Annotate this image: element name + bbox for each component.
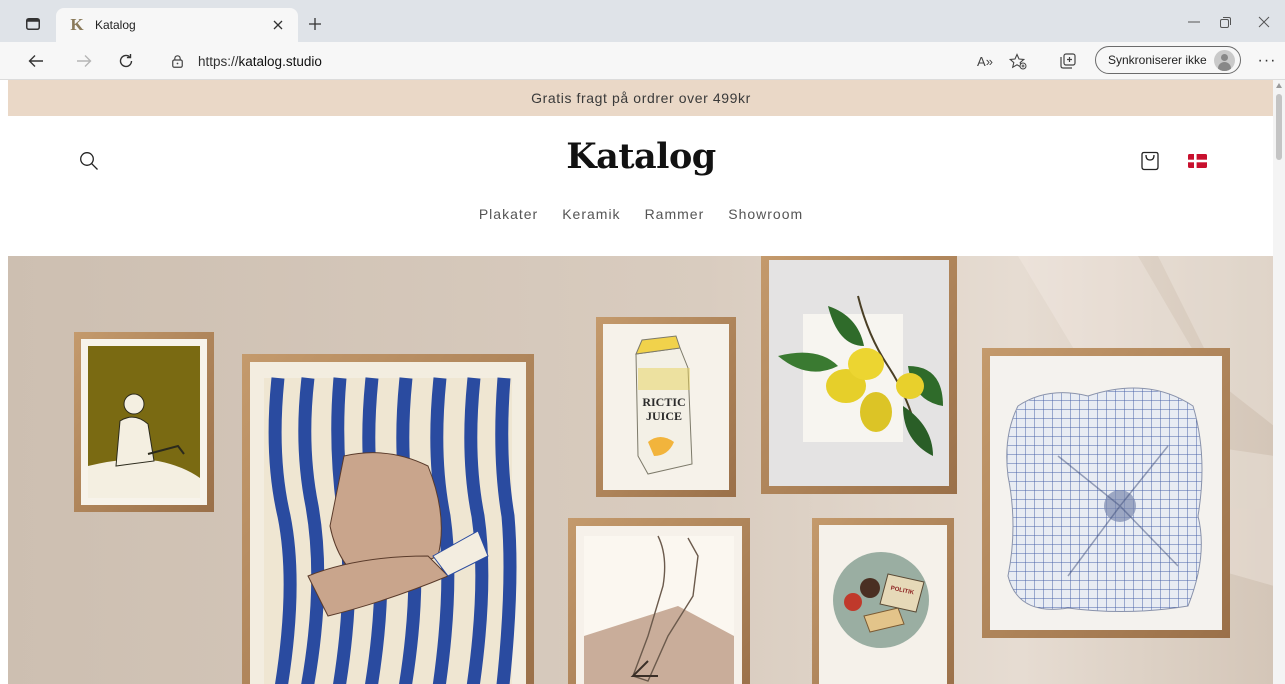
close-tab-icon[interactable] <box>268 15 288 35</box>
poster-lemons[interactable] <box>761 256 957 494</box>
nav-link-keramik[interactable]: Keramik <box>562 206 620 222</box>
site-logo[interactable]: Katalog <box>8 136 1274 177</box>
read-aloud-icon[interactable]: A» <box>973 50 997 72</box>
page-scrollbar[interactable] <box>1273 80 1285 684</box>
back-arrow-icon[interactable] <box>24 50 48 72</box>
main-navigation: Plakater Keramik Rammer Showroom <box>8 206 1274 222</box>
poster-blue-stripes-hands[interactable] <box>242 354 534 684</box>
restore-window-icon[interactable] <box>1211 12 1239 32</box>
poster-juice-carton[interactable]: RICTIC JUICE <box>596 317 736 497</box>
profile-avatar-icon <box>1214 50 1235 71</box>
collections-icon[interactable] <box>1056 50 1080 72</box>
browser-tab-active[interactable]: K Katalog <box>56 8 298 42</box>
forward-arrow-icon[interactable] <box>72 50 96 72</box>
scroll-up-arrow-icon[interactable] <box>1276 83 1282 88</box>
tab-title: Katalog <box>95 18 136 32</box>
poster-fashion-figure[interactable] <box>568 518 750 684</box>
katalog-favicon-icon: K <box>70 15 84 34</box>
browser-toolbar: https://katalog.studio A» Synkroniserer … <box>0 42 1285 80</box>
site-header: Katalog Plakater Keramik Rammer Showroom <box>8 116 1274 256</box>
danish-flag-icon[interactable] <box>1188 154 1207 168</box>
cart-bag-icon[interactable] <box>1138 148 1162 174</box>
refresh-icon[interactable] <box>114 50 138 72</box>
poster-checked-cloth[interactable] <box>982 348 1230 638</box>
scrollbar-thumb[interactable] <box>1276 94 1282 160</box>
nav-link-showroom[interactable]: Showroom <box>728 206 803 222</box>
carton-text-line1: RICTIC <box>642 395 685 409</box>
profile-sync-button[interactable]: Synkroniserer ikke <box>1095 46 1241 74</box>
lock-icon[interactable] <box>166 50 188 72</box>
close-window-icon[interactable] <box>1250 12 1278 32</box>
nav-link-rammer[interactable]: Rammer <box>645 206 705 222</box>
poster-table-still-life[interactable]: POLITIK <box>812 518 954 684</box>
carton-text-line2: JUICE <box>646 409 682 423</box>
web-page: Gratis fragt på ordrer over 499kr Katalo… <box>0 80 1285 684</box>
address-bar[interactable]: https://katalog.studio <box>152 47 1202 75</box>
nav-link-plakater[interactable]: Plakater <box>479 206 538 222</box>
new-tab-plus-icon[interactable] <box>303 12 327 36</box>
minimize-window-icon[interactable] <box>1180 12 1208 32</box>
url-host: katalog.studio <box>238 53 322 69</box>
browser-tab-bar: K Katalog <box>0 0 1285 42</box>
hero-gallery-wall-image[interactable]: RICTIC JUICE POLITIK <box>8 256 1274 684</box>
sync-label: Synkroniserer ikke <box>1108 53 1207 67</box>
more-options-icon[interactable]: ··· <box>1256 50 1278 72</box>
poster-olive-figure[interactable] <box>74 332 214 512</box>
tab-actions-icon[interactable] <box>22 13 44 35</box>
url-text: https://katalog.studio <box>198 54 322 69</box>
announcement-bar: Gratis fragt på ordrer over 499kr <box>8 80 1274 116</box>
add-favorite-star-icon[interactable] <box>1006 50 1030 72</box>
announcement-text: Gratis fragt på ordrer over 499kr <box>531 90 751 106</box>
url-scheme: https:// <box>198 53 239 69</box>
